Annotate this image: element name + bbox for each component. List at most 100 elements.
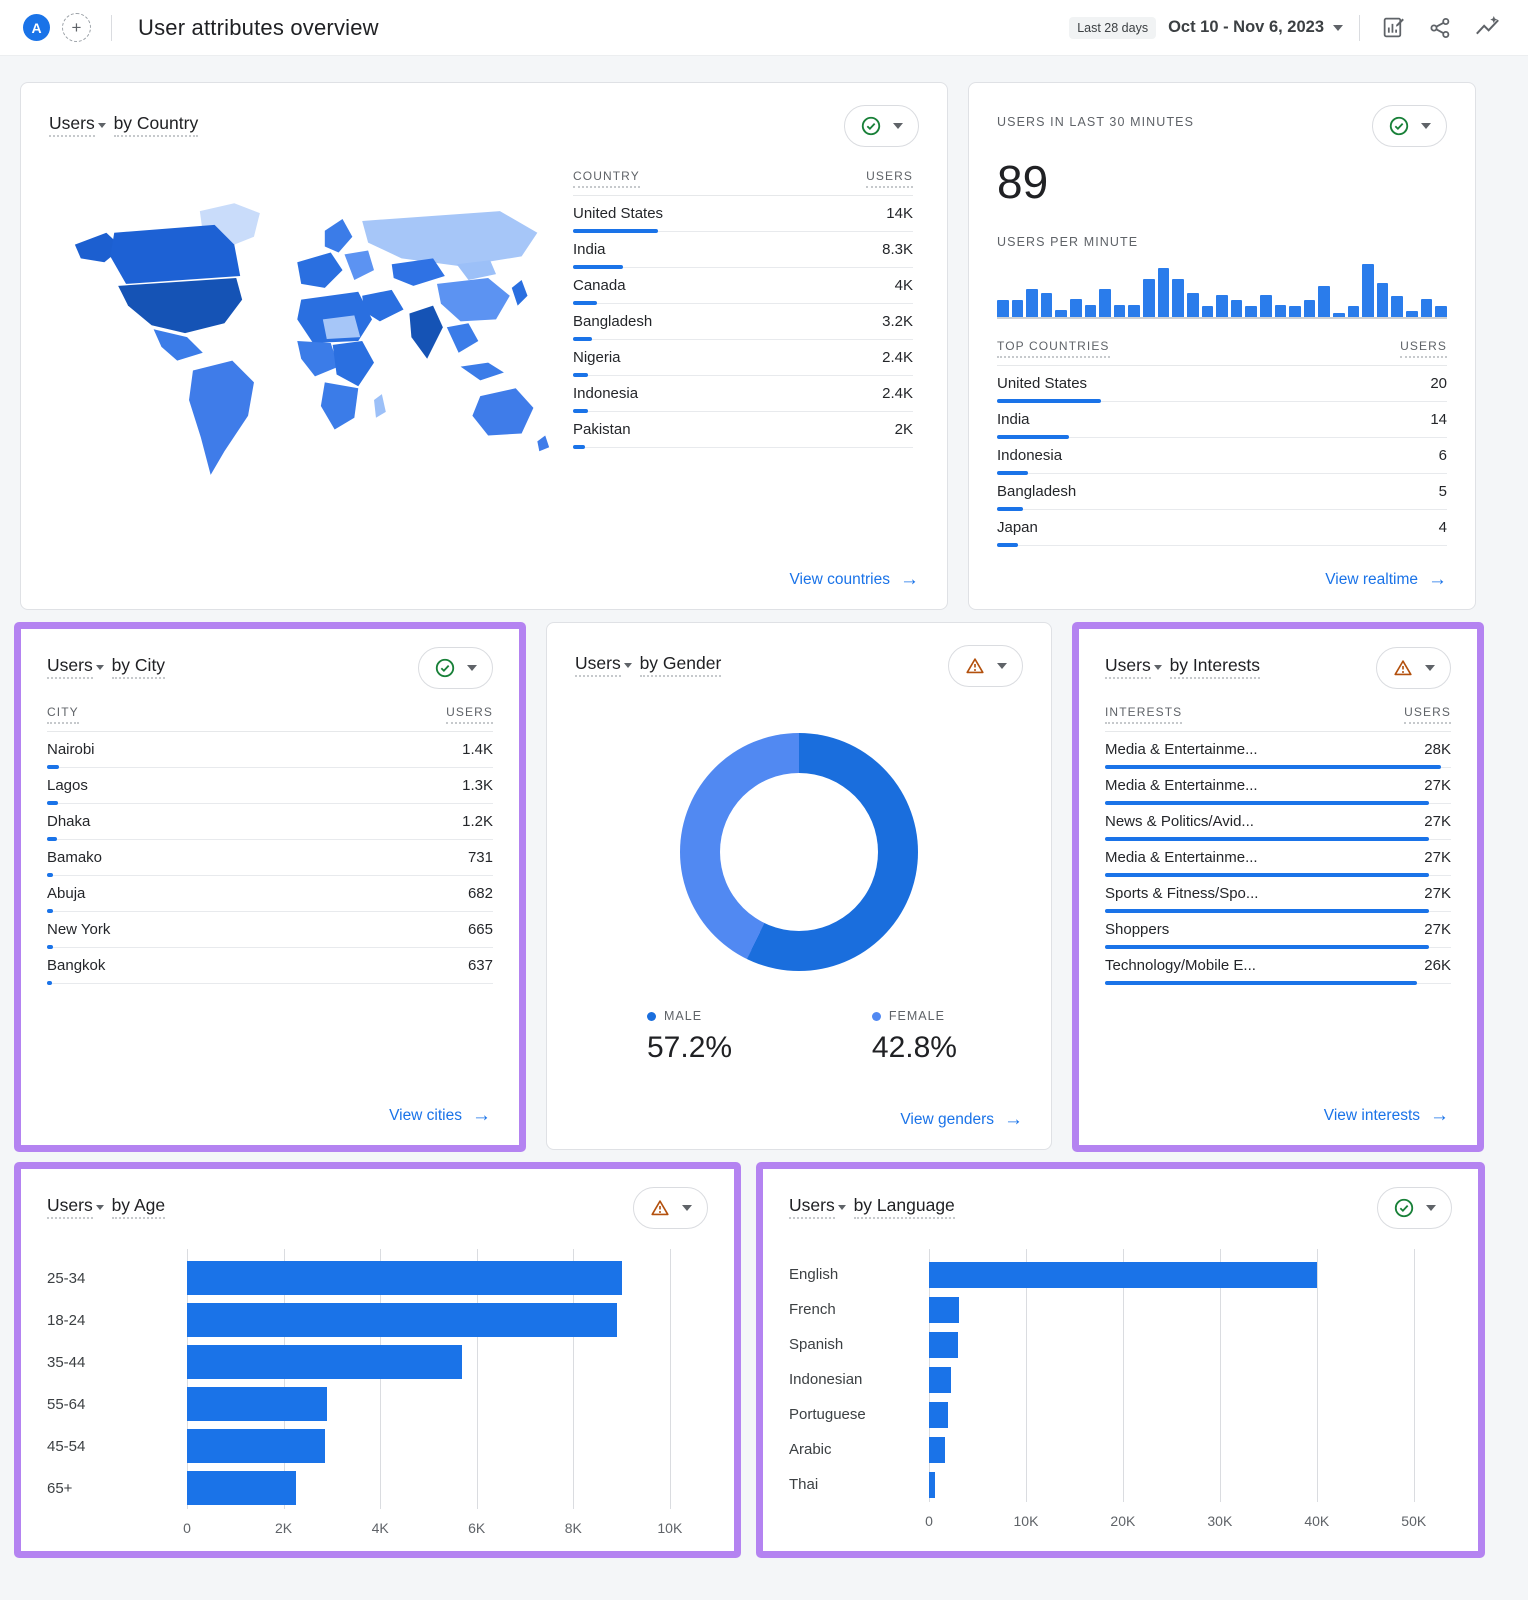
minute-bar xyxy=(1070,299,1082,317)
bar xyxy=(929,1262,1317,1288)
bar xyxy=(929,1472,935,1498)
row-label: Dhaka xyxy=(47,813,90,830)
metric-selector[interactable]: Users xyxy=(789,1195,835,1219)
row-value: 665 xyxy=(468,921,493,938)
ok-check-icon xyxy=(1388,115,1410,137)
chevron-down-icon xyxy=(1333,25,1343,31)
row-bar xyxy=(1105,911,1451,912)
row-value: 27K xyxy=(1424,885,1451,902)
realtime-caption: USERS IN LAST 30 MINUTES xyxy=(997,105,1194,129)
minute-bar xyxy=(997,300,1009,317)
chevron-down-icon xyxy=(467,665,477,671)
row-label: Technology/Mobile E... xyxy=(1105,957,1256,974)
minute-bar xyxy=(1143,279,1155,317)
row-bar xyxy=(1105,947,1451,948)
bar-category-label: 35-44 xyxy=(47,1341,171,1383)
insights-icon[interactable] xyxy=(1474,14,1501,41)
avatar[interactable]: A xyxy=(23,14,50,41)
customize-report-icon[interactable] xyxy=(1381,15,1406,40)
row-label: Nigeria xyxy=(573,349,621,366)
column-header-metric: USERS xyxy=(1400,339,1447,358)
bar-category-label: French xyxy=(789,1292,913,1327)
dimension-label[interactable]: by Country xyxy=(114,113,199,137)
row-value: 2.4K xyxy=(882,349,913,366)
chevron-down-icon xyxy=(98,123,106,128)
status-badge[interactable] xyxy=(844,105,919,147)
city-table: Nairobi 1.4K Lagos 1.3K Dhaka 1.2K Bamak… xyxy=(47,732,493,984)
divider xyxy=(1359,15,1360,41)
minute-bar xyxy=(1231,300,1243,317)
row-value: 1.4K xyxy=(462,741,493,758)
view-realtime-link[interactable]: View realtime→ xyxy=(1325,570,1447,589)
chevron-down-icon xyxy=(838,1205,846,1210)
row-value: 27K xyxy=(1424,813,1451,830)
table-row: Abuja 682 xyxy=(47,876,493,912)
metric-selector[interactable]: Users xyxy=(1105,655,1151,679)
table-row: United States 14K xyxy=(573,196,913,232)
metric-selector[interactable]: Users xyxy=(47,655,93,679)
status-badge[interactable] xyxy=(1372,105,1447,147)
row-bar xyxy=(573,231,913,232)
dimension-label[interactable]: by Interests xyxy=(1170,655,1260,679)
gridline xyxy=(670,1249,671,1509)
table-row: Media & Entertainme... 27K xyxy=(1105,768,1451,804)
axis-tick-label: 40K xyxy=(1304,1513,1329,1529)
card-title: Users by Country xyxy=(49,105,198,134)
status-badge[interactable] xyxy=(1377,1187,1452,1229)
row-bar xyxy=(47,911,493,912)
view-genders-link[interactable]: View genders→ xyxy=(900,1110,1023,1129)
dimension-label[interactable]: by Gender xyxy=(640,653,722,677)
date-range-selector[interactable]: Oct 10 - Nov 6, 2023 xyxy=(1168,18,1343,37)
row-bar xyxy=(47,767,493,768)
minute-bar xyxy=(1421,299,1433,317)
status-badge[interactable] xyxy=(948,645,1023,687)
column-header-dimension: INTERESTS xyxy=(1105,705,1182,724)
axis-tick-label: 30K xyxy=(1207,1513,1232,1529)
add-comparison-button[interactable]: + xyxy=(62,13,91,42)
minute-bar xyxy=(1055,310,1067,317)
view-interests-link[interactable]: View interests→ xyxy=(1324,1106,1449,1125)
dimension-label[interactable]: by Language xyxy=(854,1195,955,1219)
bar xyxy=(929,1332,958,1358)
male-label: MALE xyxy=(664,1009,702,1023)
status-badge[interactable] xyxy=(633,1187,708,1229)
card-title: Users by Interests xyxy=(1105,647,1260,676)
axis-tick-label: 2K xyxy=(275,1520,292,1536)
minute-bar xyxy=(1406,311,1418,317)
row-bar xyxy=(573,339,913,340)
axis-tick-label: 4K xyxy=(372,1520,389,1536)
bar-category-label: Portuguese xyxy=(789,1397,913,1432)
row-label: Abuja xyxy=(47,885,85,902)
table-header: INTERESTS USERS xyxy=(1105,705,1451,732)
metric-selector[interactable]: Users xyxy=(47,1195,93,1219)
table-row: Sports & Fitness/Spo... 27K xyxy=(1105,876,1451,912)
dimension-label[interactable]: by Age xyxy=(112,1195,166,1219)
arrow-right-icon: → xyxy=(1428,570,1447,589)
row-value: 14 xyxy=(1430,411,1447,428)
row-bar xyxy=(47,947,493,948)
minute-bar xyxy=(1362,264,1374,317)
row-value: 4K xyxy=(895,277,913,294)
minute-bar xyxy=(1099,289,1111,317)
interests-table: Media & Entertainme... 28K Media & Enter… xyxy=(1105,732,1451,984)
table-row: Media & Entertainme... 28K xyxy=(1105,732,1451,768)
share-icon[interactable] xyxy=(1428,16,1452,40)
status-badge[interactable] xyxy=(1376,647,1451,689)
table-row: Bangladesh 5 xyxy=(997,474,1447,510)
row-label: India xyxy=(573,241,606,258)
link-label: View interests xyxy=(1324,1107,1420,1125)
users-by-gender-card: Users by Gender MALE 57.2% FEMALE 42.8% … xyxy=(546,622,1052,1150)
view-countries-link[interactable]: View countries→ xyxy=(789,570,919,589)
view-cities-link[interactable]: View cities→ xyxy=(389,1106,491,1125)
status-badge[interactable] xyxy=(418,647,493,689)
metric-selector[interactable]: Users xyxy=(575,653,621,677)
bar xyxy=(187,1471,296,1505)
dimension-label[interactable]: by City xyxy=(112,655,165,679)
row-label: Shoppers xyxy=(1105,921,1169,938)
metric-selector[interactable]: Users xyxy=(49,113,95,137)
users-by-language-card: Users by Language EnglishFrenchSpanishIn… xyxy=(756,1162,1485,1558)
minute-bar xyxy=(1128,305,1140,317)
users-per-minute-caption: USERS PER MINUTE xyxy=(997,235,1447,249)
row-label: Pakistan xyxy=(573,421,631,438)
bar xyxy=(187,1429,325,1463)
